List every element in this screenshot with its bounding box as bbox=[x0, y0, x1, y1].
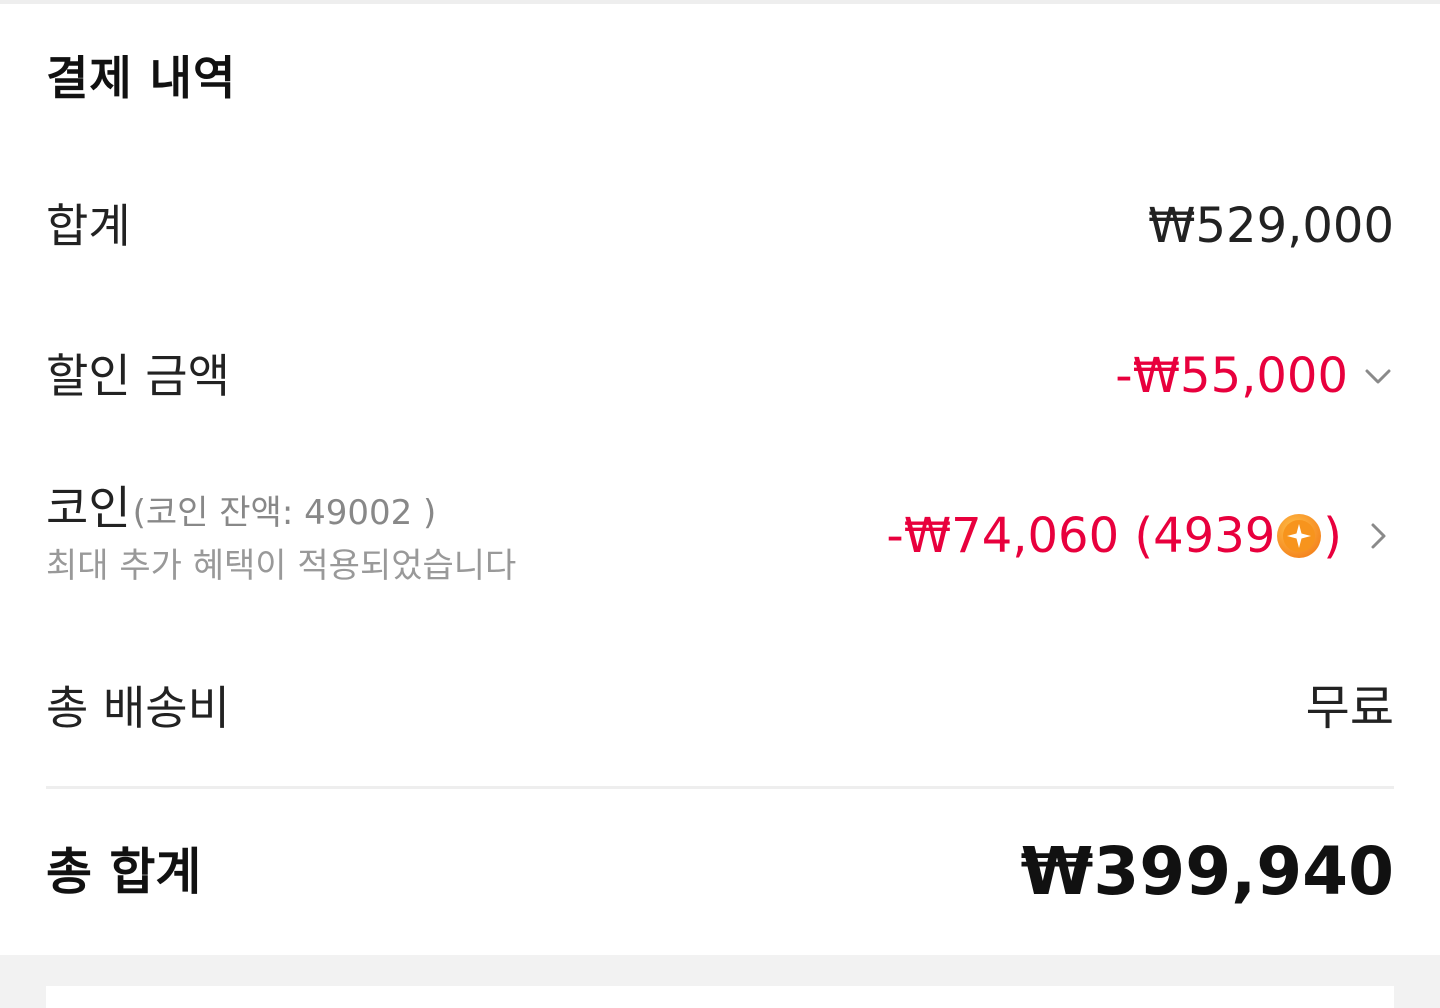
discount-label: 할인 금액 bbox=[46, 349, 230, 403]
coin-icon bbox=[1277, 514, 1322, 558]
section-title: 결제 내역 bbox=[46, 51, 237, 105]
coin-benefit-note: 최대 추가 혜택이 적용되었습니다 bbox=[46, 546, 517, 586]
next-card-edge bbox=[46, 986, 1394, 1008]
coin-value: -₩74,060 (4939 bbox=[886, 508, 1276, 564]
subtotal-value: ₩529,000 bbox=[1148, 198, 1394, 254]
total-value: ₩399,940 bbox=[1020, 833, 1394, 910]
chevron-down-icon[interactable] bbox=[1362, 360, 1394, 392]
shipping-row: 총 배송비 무료 bbox=[46, 678, 1394, 738]
subtotal-label: 합계 bbox=[46, 199, 131, 253]
coin-info: 코인 (코인 잔액: 49002 ) 최대 추가 혜택이 적용되었습니다 bbox=[46, 478, 516, 588]
discount-row[interactable]: 할인 금액 -₩55,000 bbox=[46, 346, 1394, 406]
total-row: 총 합계 ₩399,940 bbox=[46, 834, 1394, 910]
total-label: 총 합계 bbox=[46, 843, 202, 901]
total-divider bbox=[46, 786, 1394, 789]
discount-value-group[interactable]: -₩55,000 bbox=[1115, 346, 1394, 406]
coin-balance: (코인 잔액: 49002 ) bbox=[132, 493, 437, 533]
shipping-value: 무료 bbox=[1305, 680, 1394, 736]
coin-value-close: ) bbox=[1323, 508, 1342, 564]
coin-label-line: 코인 (코인 잔액: 49002 ) bbox=[46, 478, 516, 538]
discount-value: -₩55,000 bbox=[1115, 348, 1348, 404]
subtotal-row: 합계 ₩529,000 bbox=[46, 196, 1394, 256]
coin-label: 코인 bbox=[46, 481, 131, 535]
shipping-label: 총 배송비 bbox=[46, 681, 230, 735]
chevron-right-icon[interactable] bbox=[1362, 520, 1394, 552]
payment-summary-card: 결제 내역 합계 ₩529,000 할인 금액 -₩55,000 코인 (코인 … bbox=[0, 4, 1440, 955]
coin-value-group[interactable]: -₩74,060 (4939 ) bbox=[886, 506, 1394, 566]
coin-row[interactable]: 코인 (코인 잔액: 49002 ) 최대 추가 혜택이 적용되었습니다 -₩7… bbox=[46, 478, 1394, 588]
